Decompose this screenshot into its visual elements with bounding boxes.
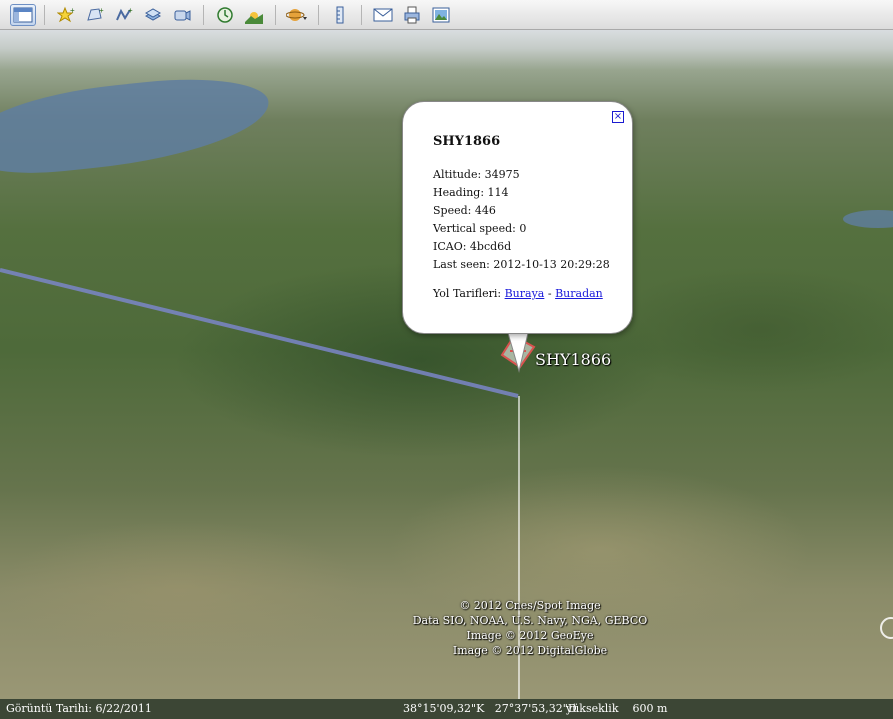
sidebar-toggle-button[interactable] xyxy=(10,3,36,26)
planets-icon xyxy=(286,8,307,21)
detail-heading: Heading: 114 xyxy=(433,186,509,199)
status-bar: Görüntü Tarihi: 6/22/2011 38°15'09,32"K … xyxy=(0,699,893,719)
directions-separator: - xyxy=(547,287,552,300)
save-image-icon xyxy=(432,7,450,22)
save-image-button[interactable] xyxy=(428,4,454,26)
svg-text:+: + xyxy=(128,6,133,15)
toolbar-separator xyxy=(203,4,204,25)
email-icon xyxy=(373,8,393,21)
pointer-coordinates: 38°15'09,32"K 27°37'53,32"D xyxy=(403,702,577,715)
ruler-icon xyxy=(336,6,344,23)
add-image-overlay-button[interactable] xyxy=(140,4,166,26)
detail-last-seen: Last seen: 2012-10-13 20:29:28 xyxy=(433,258,610,271)
record-tour-button[interactable] xyxy=(169,4,195,26)
toolbar-separator xyxy=(275,4,276,25)
directions: Yol Tarifleri: Buraya - Buradan xyxy=(433,287,603,300)
toolbar-separator xyxy=(361,4,362,25)
add-polygon-icon: + xyxy=(87,6,104,21)
imagery-date: Görüntü Tarihi: 6/22/2011 xyxy=(6,702,152,715)
elevation-readout: yükseklik 600 m xyxy=(566,702,668,715)
detail-altitude: Altitude: 34975 xyxy=(433,168,520,181)
directions-to-here-link[interactable]: Buraya xyxy=(505,287,545,300)
sidebar-icon xyxy=(13,7,33,22)
add-placemark-button[interactable]: + xyxy=(53,4,79,26)
placemark-label[interactable]: SHY1866 xyxy=(535,350,611,369)
info-balloon: × SHY1866 Altitude: 34975 Heading: 114 S… xyxy=(402,101,633,334)
toolbar-separator xyxy=(44,4,45,25)
email-button[interactable] xyxy=(370,4,396,26)
close-icon[interactable]: × xyxy=(612,111,624,123)
planets-button[interactable] xyxy=(284,4,310,26)
detail-vertical-speed: Vertical speed: 0 xyxy=(433,222,527,235)
attribution-line: © 2012 Cnes/Spot Image xyxy=(459,599,601,612)
flight-details: Altitude: 34975 Heading: 114 Speed: 446 … xyxy=(433,166,610,274)
sunlight-button[interactable] xyxy=(241,4,267,26)
add-placemark-icon: + xyxy=(57,6,75,22)
sunlight-icon xyxy=(245,11,263,24)
print-button[interactable] xyxy=(399,4,425,26)
detail-icao: ICAO: 4bcd6d xyxy=(433,240,512,253)
ruler-button[interactable] xyxy=(327,4,353,26)
add-path-button[interactable]: + xyxy=(111,4,137,26)
record-tour-icon xyxy=(174,9,191,21)
print-icon xyxy=(404,6,420,23)
add-polygon-button[interactable]: + xyxy=(82,4,108,26)
toolbar: + + + xyxy=(0,0,893,30)
attribution-line: Image © 2012 GeoEye xyxy=(466,629,594,642)
historical-imagery-icon xyxy=(217,6,233,23)
attribution-line: Data SIO, NOAA, U.S. Navy, NGA, GEBCO xyxy=(412,614,648,627)
svg-text:+: + xyxy=(99,6,104,15)
imagery-attribution: © 2012 Cnes/Spot Image Data SIO, NOAA, U… xyxy=(400,598,660,658)
detail-speed: Speed: 446 xyxy=(433,204,496,217)
directions-from-here-link[interactable]: Buradan xyxy=(555,287,603,300)
add-path-icon: + xyxy=(116,6,133,20)
svg-text:+: + xyxy=(70,6,75,15)
balloon-title: SHY1866 xyxy=(433,134,501,149)
directions-label: Yol Tarifleri: xyxy=(433,287,502,300)
historical-imagery-button[interactable] xyxy=(212,4,238,26)
toolbar-separator xyxy=(318,4,319,25)
add-image-overlay-icon xyxy=(144,7,162,21)
balloon-tail xyxy=(507,333,529,373)
attribution-line: Image © 2012 DigitalGlobe xyxy=(452,644,608,657)
